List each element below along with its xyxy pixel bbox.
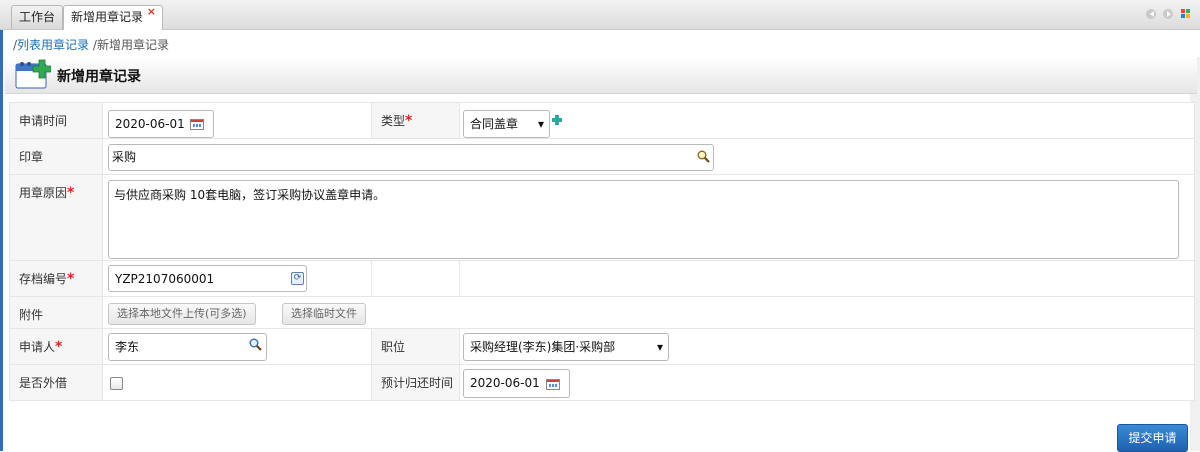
label-cell: 申请人* [9, 328, 103, 365]
type-label: 类型 [381, 114, 406, 128]
label-cell: 附件 [9, 296, 103, 329]
return-time-label: 预计归还时间 [381, 376, 454, 390]
magnifier-icon[interactable] [697, 150, 710, 163]
value-cell: 与供应商采购 10套电脑，签订采购协议盖章申请。 [102, 174, 1195, 261]
magnifier-icon[interactable] [249, 338, 262, 351]
value-cell [459, 260, 1195, 297]
submit-button[interactable]: 提交申请 [1117, 424, 1188, 452]
value-cell: 李东 [102, 328, 372, 365]
archive-no-label: 存档编号 [19, 272, 68, 286]
chevron-down-icon: ▾ [537, 117, 544, 131]
archive-no-value: YZP2107060001 [115, 272, 215, 286]
label-cell: 类型* [371, 102, 460, 139]
return-time-input[interactable]: 2020-06-01 [463, 369, 570, 398]
archive-no-input[interactable]: YZP2107060001 ⟳ [108, 265, 307, 292]
position-select[interactable]: 采购经理(李东)集团·采购部 ▾ [463, 333, 669, 361]
value-cell: 2020-06-01 [459, 364, 1195, 401]
value-cell: 2020-06-01 [102, 102, 372, 139]
tab-new-seal-record[interactable]: 新增用章记录 × [63, 5, 163, 30]
left-accent-bar [0, 28, 3, 451]
apply-time-input[interactable]: 2020-06-01 [108, 110, 214, 138]
tab-bar: 工作台 新增用章记录 × [0, 0, 1200, 30]
next-icon[interactable] [1163, 9, 1173, 19]
label-cell: 职位 [371, 328, 460, 365]
attachment-label: 附件 [19, 308, 44, 322]
seal-input[interactable]: 采购 [108, 144, 714, 171]
borrow-out-checkbox[interactable] [110, 377, 123, 390]
select-temp-file-button[interactable]: 选择临时文件 [282, 303, 366, 325]
borrow-out-label: 是否外借 [19, 376, 68, 390]
reason-textarea[interactable]: 与供应商采购 10套电脑，签订采购协议盖章申请。 [108, 180, 1179, 259]
breadcrumb: /列表用章记录 /新增用章记录 [13, 36, 169, 53]
seal-value: 采购 [112, 150, 137, 164]
page-add-icon [15, 59, 51, 89]
upload-local-files-button[interactable]: 选择本地文件上传(可多选) [108, 303, 256, 325]
label-cell: 是否外借 [9, 364, 103, 401]
label-cell: 用章原因* [9, 174, 103, 261]
grid-icon[interactable] [1181, 9, 1191, 19]
close-icon[interactable]: × [147, 0, 156, 23]
refresh-icon[interactable]: ⟳ [291, 272, 304, 285]
value-cell [371, 260, 460, 297]
apply-time-label: 申请时间 [19, 114, 68, 128]
page-title: 新增用章记录 [57, 69, 141, 85]
label-cell: 存档编号* [9, 260, 103, 297]
calendar-icon[interactable] [546, 379, 560, 390]
value-cell: 选择本地文件上传(可多选) 选择临时文件 [102, 296, 1195, 329]
add-icon[interactable] [552, 115, 562, 125]
applicant-input[interactable]: 李东 [108, 333, 267, 361]
reason-label: 用章原因 [19, 186, 68, 200]
prev-icon[interactable] [1146, 9, 1156, 19]
type-value: 合同盖章 [470, 117, 519, 131]
required-marker: * [405, 113, 413, 129]
breadcrumb-link-list[interactable]: 列表用章记录 [17, 38, 89, 52]
label-cell: 印章 [9, 138, 103, 175]
value-cell: YZP2107060001 ⟳ [102, 260, 372, 297]
seal-record-form: 申请时间 2020-06-01 类型* 合同盖章 ▾ 印章 采购 用章原因* 与… [9, 102, 1195, 401]
position-label: 职位 [381, 340, 406, 354]
applicant-value: 李东 [115, 340, 140, 354]
seal-label: 印章 [19, 150, 44, 164]
applicant-label: 申请人 [19, 340, 56, 354]
value-cell [102, 364, 372, 401]
required-marker: * [67, 185, 75, 201]
required-marker: * [67, 271, 75, 287]
return-time-value: 2020-06-01 [470, 376, 540, 390]
page-header: 新增用章记录 [5, 57, 1197, 94]
calendar-icon[interactable] [190, 119, 204, 130]
value-cell: 合同盖章 ▾ [459, 102, 1195, 139]
breadcrumb-current: 新增用章记录 [96, 38, 169, 52]
chevron-down-icon: ▾ [656, 340, 663, 354]
reason-value: 与供应商采购 10套电脑，签订采购协议盖章申请。 [114, 188, 386, 202]
required-marker: * [55, 339, 63, 355]
value-cell: 采购经理(李东)集团·采购部 ▾ [459, 328, 1195, 365]
label-cell: 申请时间 [9, 102, 103, 139]
tab-workbench[interactable]: 工作台 [11, 5, 63, 29]
value-cell: 采购 [102, 138, 1195, 175]
apply-time-value: 2020-06-01 [115, 117, 185, 131]
label-cell: 预计归还时间 [371, 364, 460, 401]
position-value: 采购经理(李东)集团·采购部 [470, 340, 616, 354]
tab-label: 新增用章记录 [71, 10, 144, 24]
type-select[interactable]: 合同盖章 ▾ [463, 110, 550, 138]
